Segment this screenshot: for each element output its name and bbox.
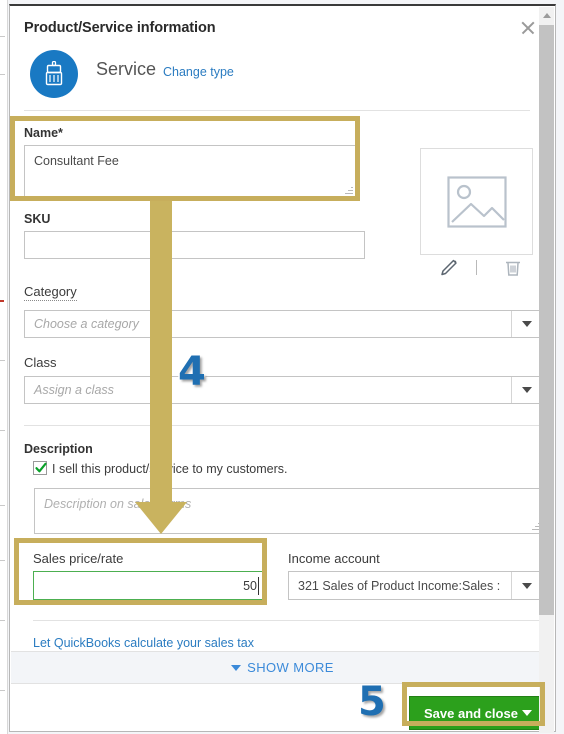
scrollbar-thumb[interactable] xyxy=(539,25,554,615)
description-label: Description xyxy=(24,442,93,456)
chevron-up-icon xyxy=(542,13,551,18)
change-type-link[interactable]: Change type xyxy=(163,65,234,79)
sell-checkbox[interactable] xyxy=(33,461,47,475)
page-left-gutter xyxy=(0,0,8,734)
screenshot-root: Product/Service information Service Chan… xyxy=(0,0,564,734)
scroll-up-button[interactable] xyxy=(539,7,554,24)
sales-price-input[interactable]: 50 xyxy=(33,571,267,600)
category-label: Category xyxy=(24,284,77,301)
class-label: Class xyxy=(24,355,57,370)
sales-price-value: 50 xyxy=(243,578,257,593)
class-dropdown-button[interactable] xyxy=(511,377,542,403)
sku-input[interactable] xyxy=(24,231,365,259)
item-type-row: Service Change type xyxy=(24,48,529,100)
name-input[interactable]: Consultant Fee xyxy=(24,145,356,198)
step-marker-5: 5 xyxy=(357,679,388,725)
class-placeholder: Assign a class xyxy=(34,383,114,397)
save-and-close-button[interactable]: Save and close xyxy=(409,696,543,730)
category-placeholder: Choose a category xyxy=(34,317,139,331)
chevron-down-icon xyxy=(522,321,532,327)
item-image-placeholder[interactable] xyxy=(420,148,533,255)
income-account-value: 321 Sales of Product Income:Sales : xyxy=(298,578,501,593)
save-dropdown-button[interactable] xyxy=(512,697,542,729)
show-more-label: SHOW MORE xyxy=(247,660,334,675)
product-service-modal: Product/Service information Service Chan… xyxy=(9,4,556,733)
section-divider-2 xyxy=(33,620,543,621)
modal-scrollbar[interactable] xyxy=(539,7,554,733)
sales-price-label: Sales price/rate xyxy=(33,551,124,566)
section-divider-1 xyxy=(24,425,543,426)
class-select[interactable]: Assign a class xyxy=(24,376,543,404)
chevron-down-icon xyxy=(522,387,532,393)
modal-footer: Save and close xyxy=(11,683,554,730)
save-and-close-label: Save and close xyxy=(424,705,518,721)
pencil-icon xyxy=(441,259,457,276)
annotation-arrow-shaft xyxy=(150,196,172,506)
header-divider xyxy=(24,110,530,111)
income-account-label: Income account xyxy=(288,551,380,566)
category-select[interactable]: Choose a category xyxy=(24,310,543,338)
scrollbar-track[interactable] xyxy=(539,615,554,733)
tools-divider xyxy=(476,260,477,275)
text-cursor xyxy=(258,577,259,595)
annotation-arrow-head xyxy=(135,502,187,534)
category-dropdown-button[interactable] xyxy=(511,311,542,337)
resize-grip[interactable] xyxy=(344,186,353,195)
name-value: Consultant Fee xyxy=(34,154,119,168)
chevron-down-icon xyxy=(522,582,532,589)
income-account-dropdown-button[interactable] xyxy=(511,572,542,599)
sku-label: SKU xyxy=(24,212,51,226)
description-input[interactable]: Description on sales forms xyxy=(34,488,543,534)
show-more-bar[interactable]: SHOW MORE xyxy=(11,651,554,683)
name-label: Name* xyxy=(24,126,63,140)
close-icon[interactable] xyxy=(519,19,536,36)
sales-tax-link[interactable]: Let QuickBooks calculate your sales tax xyxy=(33,636,254,650)
trash-icon xyxy=(506,261,520,276)
paintbrush-icon xyxy=(30,50,78,98)
chevron-down-icon xyxy=(522,710,532,716)
modal-title: Product/Service information xyxy=(24,20,216,36)
image-placeholder-icon xyxy=(447,176,507,228)
check-icon xyxy=(35,462,47,473)
item-type-label: Service xyxy=(96,59,157,79)
image-tools xyxy=(420,258,533,280)
income-account-select[interactable]: 321 Sales of Product Income:Sales : xyxy=(288,571,543,600)
chevron-down-icon xyxy=(231,664,242,671)
step-marker-4: 4 xyxy=(177,349,208,395)
